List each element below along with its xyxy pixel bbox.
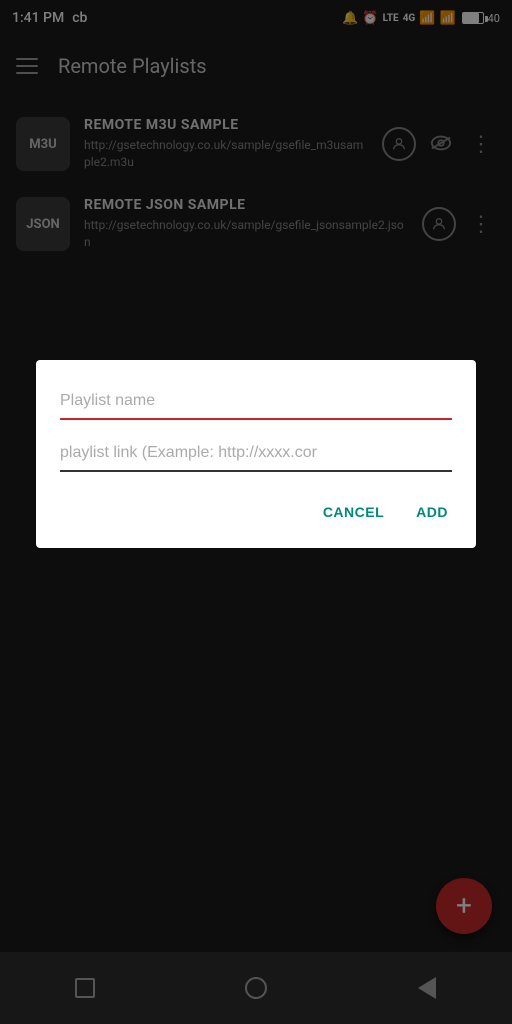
name-input-group bbox=[60, 384, 452, 420]
playlist-name-input[interactable] bbox=[60, 384, 452, 420]
dialog-actions: CANCEL ADD bbox=[60, 496, 452, 532]
add-button[interactable]: ADD bbox=[412, 496, 452, 528]
cancel-button[interactable]: CANCEL bbox=[319, 496, 388, 528]
add-playlist-dialog: CANCEL ADD bbox=[36, 360, 476, 548]
playlist-link-input[interactable] bbox=[60, 436, 452, 472]
link-input-group bbox=[60, 436, 452, 472]
